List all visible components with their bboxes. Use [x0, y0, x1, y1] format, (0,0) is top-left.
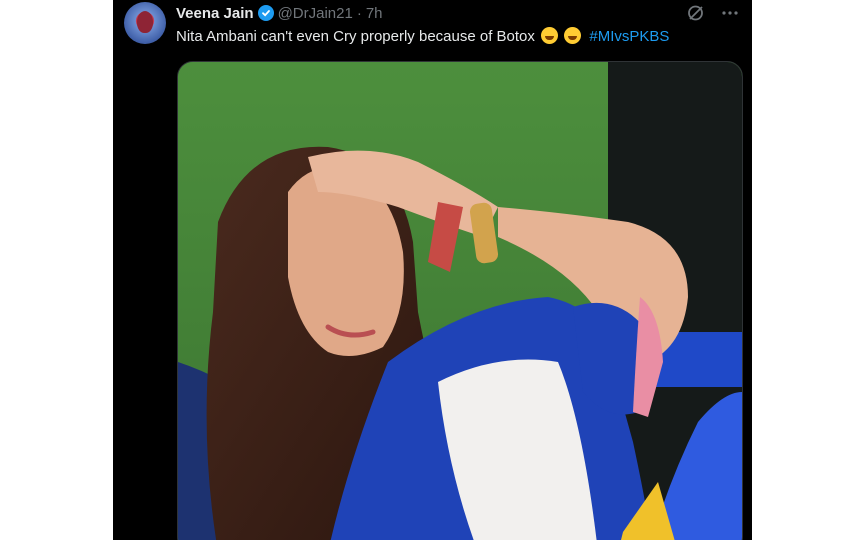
- verified-badge-icon[interactable]: [257, 5, 274, 21]
- hashtag-link[interactable]: #MIvsPKBS: [589, 28, 669, 45]
- photo-illustration: [178, 62, 742, 540]
- separator-dot: ·: [356, 4, 362, 22]
- tweet-photo[interactable]: [177, 61, 743, 540]
- tweet-card[interactable]: Veena Jain @DrJain21 · 7h Nita Ambani ca…: [113, 0, 752, 540]
- crying-face-icon: [564, 27, 582, 44]
- laughing-face-icon: [541, 27, 559, 44]
- tweet-body: Nita Ambani can't even Cry properly beca…: [176, 27, 746, 47]
- tweet-header: Veena Jain @DrJain21 · 7h: [176, 4, 383, 22]
- tweet-text: Nita Ambani can't even Cry properly beca…: [176, 28, 535, 45]
- author-handle[interactable]: @DrJain21: [278, 5, 353, 22]
- grok-icon[interactable]: [686, 3, 706, 23]
- author-name[interactable]: Veena Jain: [176, 5, 254, 22]
- avatar[interactable]: [124, 2, 166, 44]
- tweet-actions-top: [686, 3, 740, 23]
- avatar-figure: [137, 11, 153, 33]
- tweet-timestamp[interactable]: 7h: [366, 5, 383, 22]
- more-options-icon[interactable]: [720, 3, 740, 23]
